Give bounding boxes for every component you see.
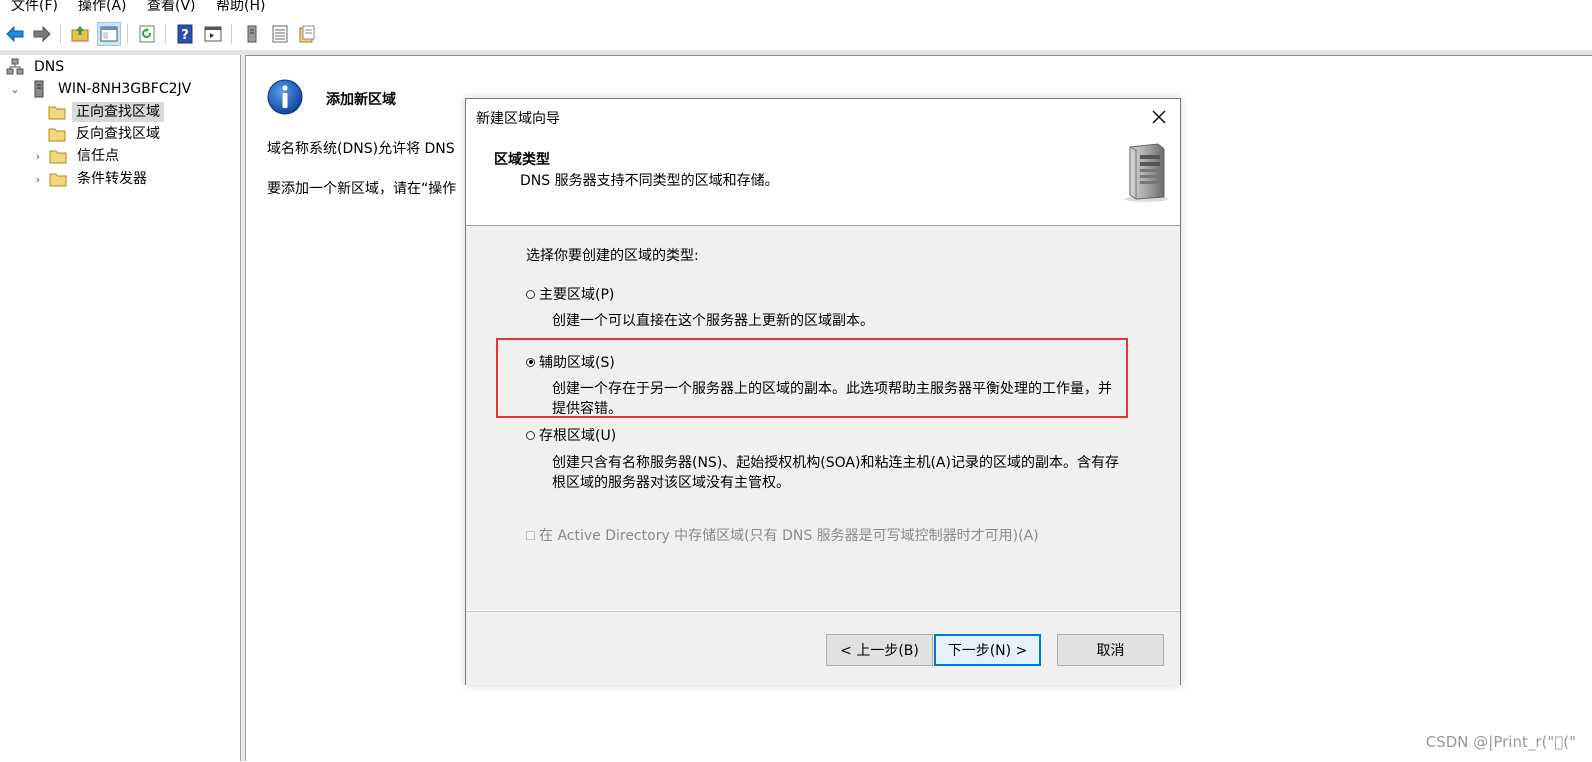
info-icon <box>267 79 303 115</box>
menu-bar: 文件(F) 操作(A) 查看(V) 帮助(H) <box>0 0 1592 18</box>
radio-button-selected[interactable] <box>526 357 535 367</box>
tree-node-reverse-zones[interactable]: 反向查找区域 <box>48 124 164 144</box>
help-button[interactable]: ? <box>174 23 196 45</box>
folder-icon <box>48 125 66 143</box>
chevron-right-icon[interactable]: › <box>31 173 45 186</box>
option-description: 创建一个存在于另一个服务器上的区域的副本。此选项帮助主服务器平衡处理的工作量，并… <box>552 381 1112 416</box>
refresh-button[interactable] <box>136 23 158 45</box>
list-icon <box>272 25 288 43</box>
next-button[interactable]: 下一步(N) > <box>934 634 1041 666</box>
forward-button[interactable] <box>31 23 53 45</box>
refresh-icon <box>139 25 155 43</box>
cancel-button[interactable]: 取消 <box>1057 634 1164 666</box>
dns-icon <box>6 58 24 76</box>
option-label: 存根区域(U) <box>539 428 617 444</box>
close-icon <box>1152 110 1166 124</box>
server-button[interactable] <box>241 23 263 45</box>
up-folder-icon <box>71 26 89 42</box>
back-button[interactable]: < 上一步(B) <box>826 634 933 666</box>
forward-arrow-icon <box>33 25 51 43</box>
wizard-footer: < 上一步(B) 下一步(N) > 取消 <box>466 611 1180 685</box>
close-button[interactable] <box>1146 105 1172 129</box>
tree-label: 信任点 <box>77 148 119 164</box>
wizard-header: 区域类型 DNS 服务器支持不同类型的区域和存储。 <box>466 133 1180 226</box>
show-hide-tree-icon <box>100 26 118 42</box>
radio-secondary-zone[interactable]: 辅助区域(S) <box>526 352 615 372</box>
server-tower-icon <box>1124 143 1168 202</box>
content-paragraph: 要添加一个新区域，请在“操作 <box>267 181 457 197</box>
wizard-step-title: 区域类型 <box>494 152 550 168</box>
tree-node-conditional-forwarders[interactable]: › 条件转发器 <box>31 169 151 189</box>
console-tree: DNS ⌄ WIN-8NH3GBFC2JV 正向查找区域 反向查找区域 › 信任… <box>0 55 241 761</box>
zone-type-prompt: 选择你要创建的区域的类型: <box>526 248 699 264</box>
content-title: 添加新区域 <box>326 92 396 108</box>
properties-button[interactable] <box>296 23 318 45</box>
tree-node-forward-zones[interactable]: 正向查找区域 <box>48 102 164 122</box>
tree-label: DNS <box>34 59 65 75</box>
menu-file[interactable]: 文件(F) <box>11 0 58 15</box>
up-level-button[interactable] <box>69 23 91 45</box>
radio-primary-zone[interactable]: 主要区域(P) <box>526 284 614 304</box>
option-label: 辅助区域(S) <box>539 355 615 371</box>
server-node-icon <box>30 80 48 98</box>
folder-icon <box>49 170 67 188</box>
radio-button[interactable] <box>526 289 535 299</box>
dialog-title: 新建区域向导 <box>476 111 560 127</box>
radio-button[interactable] <box>526 430 535 440</box>
tree-node-trust-points[interactable]: › 信任点 <box>31 146 123 166</box>
chevron-down-icon[interactable]: ⌄ <box>8 83 22 96</box>
tree-label: 反向查找区域 <box>76 126 160 142</box>
folder-icon <box>49 147 67 165</box>
new-zone-wizard-dialog: 新建区域向导 区域类型 DNS 服务器支持不同类型的区域和存储。 选择你要创建的… <box>465 98 1181 685</box>
ad-store-checkbox-row: 在 Active Directory 中存储区域(只有 DNS 服务器是可写域控… <box>526 525 1039 545</box>
svg-text:?: ? <box>181 28 189 43</box>
toolbar: ? <box>0 18 1592 51</box>
option-description: 创建一个可以直接在这个服务器上更新的区域副本。 <box>552 313 874 329</box>
tree-label: 正向查找区域 <box>72 102 164 122</box>
console-view-button[interactable] <box>202 23 224 45</box>
help-icon: ? <box>177 24 193 44</box>
tree-label: 条件转发器 <box>77 171 147 187</box>
back-arrow-icon <box>6 25 24 43</box>
menu-view[interactable]: 查看(V) <box>147 0 196 15</box>
console-view-icon <box>204 26 222 42</box>
chevron-right-icon[interactable]: › <box>31 150 45 163</box>
server-icon <box>247 25 257 43</box>
tree-label: WIN-8NH3GBFC2JV <box>58 81 192 97</box>
back-button[interactable] <box>4 23 26 45</box>
wizard-body: 选择你要创建的区域的类型: 主要区域(P) 创建一个可以直接在这个服务器上更新的… <box>466 226 1180 610</box>
radio-stub-zone[interactable]: 存根区域(U) <box>526 425 616 445</box>
menu-action[interactable]: 操作(A) <box>78 0 127 15</box>
option-label: 主要区域(P) <box>539 287 615 303</box>
ad-store-checkbox[interactable] <box>526 530 535 540</box>
watermark: CSDN @|Print_r(" (" <box>1425 733 1576 751</box>
list-button[interactable] <box>269 23 291 45</box>
option-description: 创建只含有名称服务器(NS)、起始授权机构(SOA)和粘连主机(A)记录的区域的… <box>552 455 1119 491</box>
folder-icon <box>48 103 66 121</box>
menu-help[interactable]: 帮助(H) <box>216 0 265 15</box>
properties-icon <box>299 25 315 43</box>
wizard-step-subtitle: DNS 服务器支持不同类型的区域和存储。 <box>520 173 779 189</box>
tree-node-server[interactable]: ⌄ WIN-8NH3GBFC2JV <box>8 79 195 99</box>
tree-node-dns[interactable]: DNS <box>6 57 68 77</box>
content-paragraph: 域名称系统(DNS)允许将 DNS <box>267 141 455 157</box>
show-hide-tree-button[interactable] <box>97 22 121 46</box>
checkbox-label: 在 Active Directory 中存储区域(只有 DNS 服务器是可写域控… <box>539 528 1039 544</box>
